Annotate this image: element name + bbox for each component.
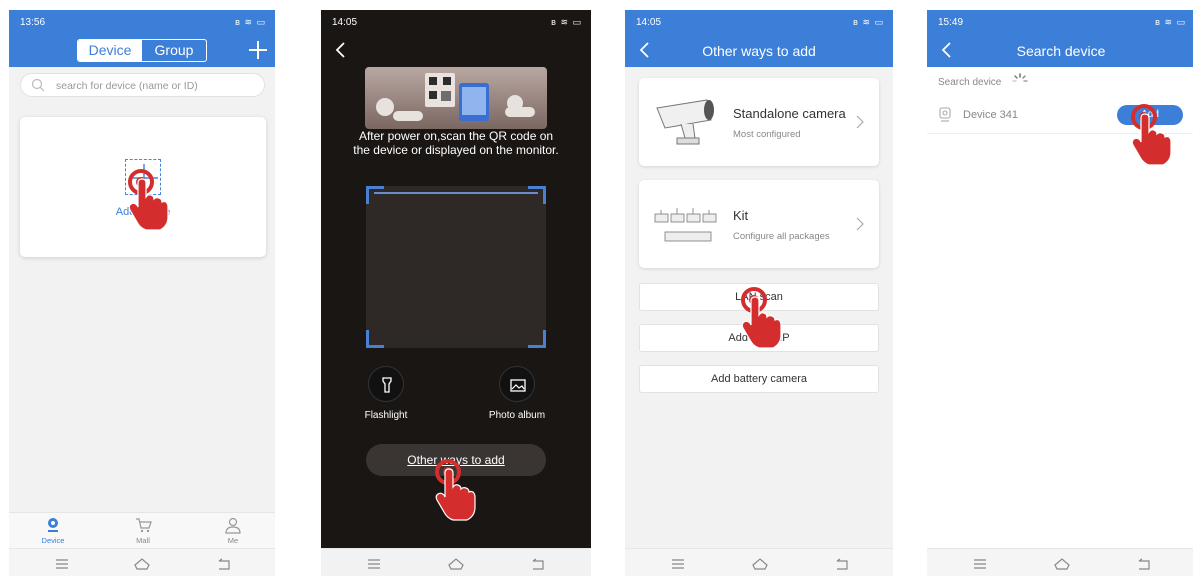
app-header: 15:49 ʙ ≋ ▭ Search device — [927, 10, 1193, 67]
status-icons: ʙ ≋ ▭ — [551, 17, 582, 27]
other-ways-button[interactable]: Other ways to add — [366, 444, 546, 476]
frame-corner — [366, 186, 384, 204]
option-subtitle: Configure all packages — [733, 231, 830, 242]
phone-search-device: 15:49 ʙ ≋ ▭ Search device Search device … — [927, 10, 1193, 576]
option-kit[interactable]: Kit Configure all packages — [639, 180, 879, 268]
search-placeholder: search for device (name or ID) — [56, 80, 198, 92]
cart-icon — [136, 518, 152, 533]
option-standalone-camera[interactable]: Standalone camera Most configured — [639, 78, 879, 166]
add-device-card[interactable]: Add device — [20, 117, 266, 257]
person-icon — [225, 517, 241, 534]
device-tab-icon — [48, 518, 58, 532]
status-bar: 13:56 ʙ ≋ ▭ — [9, 10, 275, 34]
bottom-tab-me-label: Me — [227, 536, 239, 545]
status-icons: ʙ ≋ ▭ — [853, 17, 884, 27]
bottom-tab-me[interactable]: Me — [208, 516, 258, 545]
phone-device-list: 13:56 ʙ ≋ ▭ Device Group search for devi… — [9, 10, 275, 576]
chevron-right-icon — [855, 114, 865, 130]
page-title: Search device — [1016, 43, 1106, 59]
back-icon[interactable] — [331, 40, 351, 60]
search-status-label: Search device — [938, 77, 1002, 88]
status-icons: ʙ ≋ ▭ — [235, 17, 266, 27]
option-title: Standalone camera — [733, 106, 846, 121]
status-time: 14:05 — [636, 17, 662, 28]
bottom-tab-mall-label: Mall — [136, 536, 150, 545]
page-title: Other ways to add — [702, 43, 816, 59]
home-icon[interactable] — [1052, 555, 1072, 573]
lan-scan-button[interactable]: LAN scan — [639, 283, 879, 311]
flashlight-icon — [382, 377, 392, 393]
search-icon — [31, 78, 45, 92]
home-icon[interactable] — [132, 555, 152, 573]
status-time: 15:49 — [938, 17, 964, 28]
camera-kit-icon — [651, 196, 727, 252]
phone-qr-scan: 14:05 ʙ ≋ ▭ After power on,scan the QR c… — [321, 10, 591, 576]
add-battery-camera-button[interactable]: Add battery camera — [639, 365, 879, 393]
system-nav-bar — [625, 548, 893, 576]
camera-device-icon — [938, 107, 952, 123]
device-list-item: Device 341 Add — [927, 96, 1193, 134]
bottom-tab-bar: Device Mall Me — [9, 512, 275, 548]
home-icon[interactable] — [446, 555, 466, 573]
bottom-tab-device[interactable]: Device — [28, 516, 78, 545]
tab-group[interactable]: Group — [142, 40, 206, 61]
qr-illustration — [365, 67, 547, 129]
phone-other-ways: 14:05 ʙ ≋ ▭ Other ways to add Standalone… — [625, 10, 893, 576]
qr-scan-frame — [366, 186, 546, 348]
back-nav-icon[interactable] — [1134, 555, 1154, 573]
app-header: 14:05 ʙ ≋ ▭ Other ways to add — [625, 10, 893, 67]
search-input[interactable]: search for device (name or ID) — [20, 73, 265, 97]
menu-icon[interactable] — [668, 555, 688, 573]
add-by-ip-button[interactable]: Add by IP/IP — [639, 324, 879, 352]
add-device-plus-icon — [125, 159, 161, 195]
photo-album-label: Photo album — [488, 410, 546, 421]
bottom-tab-mall[interactable]: Mall — [118, 516, 168, 545]
device-name: Device 341 — [963, 109, 1019, 121]
scan-line — [374, 192, 538, 194]
status-bar: 14:05 ʙ ≋ ▭ — [321, 10, 591, 34]
segment-control: Device Group — [77, 39, 207, 62]
frame-corner — [528, 330, 546, 348]
option-subtitle: Most configured — [733, 129, 801, 140]
tab-device[interactable]: Device — [78, 40, 142, 61]
status-icons: ʙ ≋ ▭ — [1155, 17, 1186, 27]
back-nav-icon[interactable] — [528, 555, 548, 573]
chevron-right-icon — [855, 216, 865, 232]
frame-corner — [528, 186, 546, 204]
app-header: 13:56 ʙ ≋ ▭ Device Group — [9, 10, 275, 67]
status-time: 14:05 — [332, 17, 358, 28]
back-nav-icon[interactable] — [214, 555, 234, 573]
photo-album-icon — [510, 379, 526, 392]
system-nav-bar — [927, 548, 1193, 576]
menu-icon[interactable] — [52, 555, 72, 573]
qr-instruction: After power on,scan the QR code on the d… — [353, 129, 559, 157]
add-device-label: Add device — [115, 206, 171, 218]
menu-icon[interactable] — [970, 555, 990, 573]
system-nav-bar — [321, 548, 591, 576]
loading-spinner-icon — [1012, 73, 1028, 89]
status-time: 13:56 — [20, 17, 46, 28]
status-bar: 15:49 ʙ ≋ ▭ — [927, 10, 1193, 34]
back-nav-icon[interactable] — [832, 555, 852, 573]
system-nav-bar — [9, 548, 275, 576]
add-icon[interactable] — [247, 39, 269, 61]
home-icon[interactable] — [750, 555, 770, 573]
bullet-camera-icon — [651, 94, 727, 150]
photo-album-button[interactable] — [499, 366, 535, 402]
add-device-button[interactable]: Add — [1117, 105, 1183, 125]
flashlight-label: Flashlight — [364, 410, 408, 421]
option-title: Kit — [733, 208, 749, 223]
bottom-tab-device-label: Device — [41, 536, 65, 545]
flashlight-button[interactable] — [368, 366, 404, 402]
frame-corner — [366, 330, 384, 348]
menu-icon[interactable] — [364, 555, 384, 573]
status-bar: 14:05 ʙ ≋ ▭ — [625, 10, 893, 34]
